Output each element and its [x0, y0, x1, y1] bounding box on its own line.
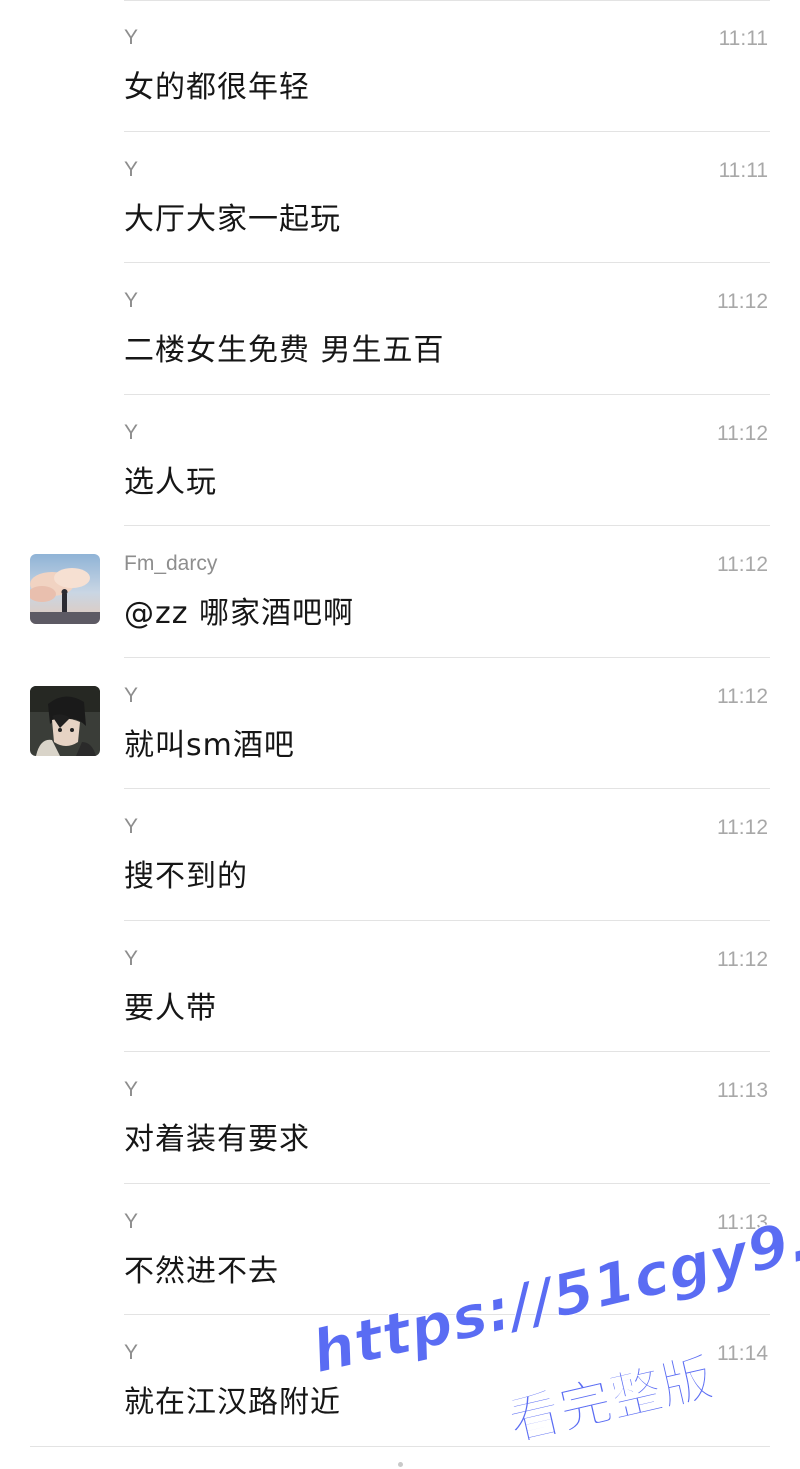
message-row[interactable]: Y 11:12 选人玩: [0, 395, 800, 527]
message-row[interactable]: Fm_darcy 11:12 @zz 哪家酒吧啊: [0, 526, 800, 658]
message-text: 就叫sm酒吧: [124, 727, 295, 763]
message-time: 11:11: [718, 27, 768, 50]
message-row[interactable]: Y 11:13 对着装有要求: [0, 1052, 800, 1184]
sender-name: Y: [124, 815, 139, 838]
sender-name: Y: [124, 26, 139, 49]
message-time: 11:12: [717, 816, 768, 839]
message-row[interactable]: Y 11:11 女的都很年轻: [0, 0, 800, 132]
message-row[interactable]: Y 11:12 就叫sm酒吧: [0, 658, 800, 790]
message-text: @zz 哪家酒吧啊: [124, 596, 355, 631]
message-text: 对着装有要求: [124, 1122, 310, 1157]
message-row[interactable]: Y 11:14 就在江汉路附近: [0, 1315, 800, 1447]
sender-name: Y: [124, 1341, 139, 1364]
message-time: 11:12: [717, 684, 768, 708]
sender-name: Y: [124, 1209, 139, 1233]
sender-name: Y: [124, 946, 139, 970]
message-text: 搜不到的: [124, 859, 248, 894]
message-text: 女的都很年轻: [124, 70, 310, 105]
message-time: 11:13: [717, 1079, 768, 1102]
message-row[interactable]: Y 11:12 搜不到的: [0, 789, 800, 921]
message-time: 11:14: [717, 1342, 768, 1365]
message-row[interactable]: Y 11:12 要人带: [0, 921, 800, 1053]
message-time: 11:13: [717, 1210, 768, 1234]
message-time: 11:12: [717, 290, 768, 313]
message-time: 11:11: [718, 158, 768, 182]
sender-name: Y: [124, 1078, 139, 1101]
anime-boy-avatar[interactable]: [30, 685, 100, 756]
message-text: 选人玩: [124, 464, 217, 500]
sender-name: Y: [124, 289, 139, 312]
sender-name: Y: [124, 157, 139, 181]
chat-message-list: Y 11:11 女的都很年轻 Y 11:11 大厅大家一起玩 Y 11:12 二…: [0, 0, 800, 1447]
message-row[interactable]: Y 11:12 二楼女生免费 男生五百: [0, 263, 800, 395]
message-text: 就在江汉路附近: [124, 1385, 341, 1420]
message-row[interactable]: Y 11:11 大厅大家一起玩: [0, 132, 800, 264]
sender-name: Y: [124, 420, 139, 444]
message-text: 二楼女生免费 男生五百: [124, 333, 445, 368]
message-text: 要人带: [124, 990, 217, 1026]
sky-silhouette-avatar[interactable]: [30, 554, 100, 624]
sender-name: Fm_darcy: [124, 552, 218, 575]
scroll-indicator-dot: [398, 1462, 403, 1467]
message-text: 不然进不去: [124, 1253, 279, 1289]
message-time: 11:12: [717, 947, 768, 971]
message-text: 大厅大家一起玩: [124, 201, 341, 237]
message-time: 11:12: [717, 421, 768, 445]
message-time: 11:12: [717, 553, 768, 576]
sender-name: Y: [124, 683, 139, 707]
message-row[interactable]: Y 11:13 不然进不去: [0, 1184, 800, 1316]
